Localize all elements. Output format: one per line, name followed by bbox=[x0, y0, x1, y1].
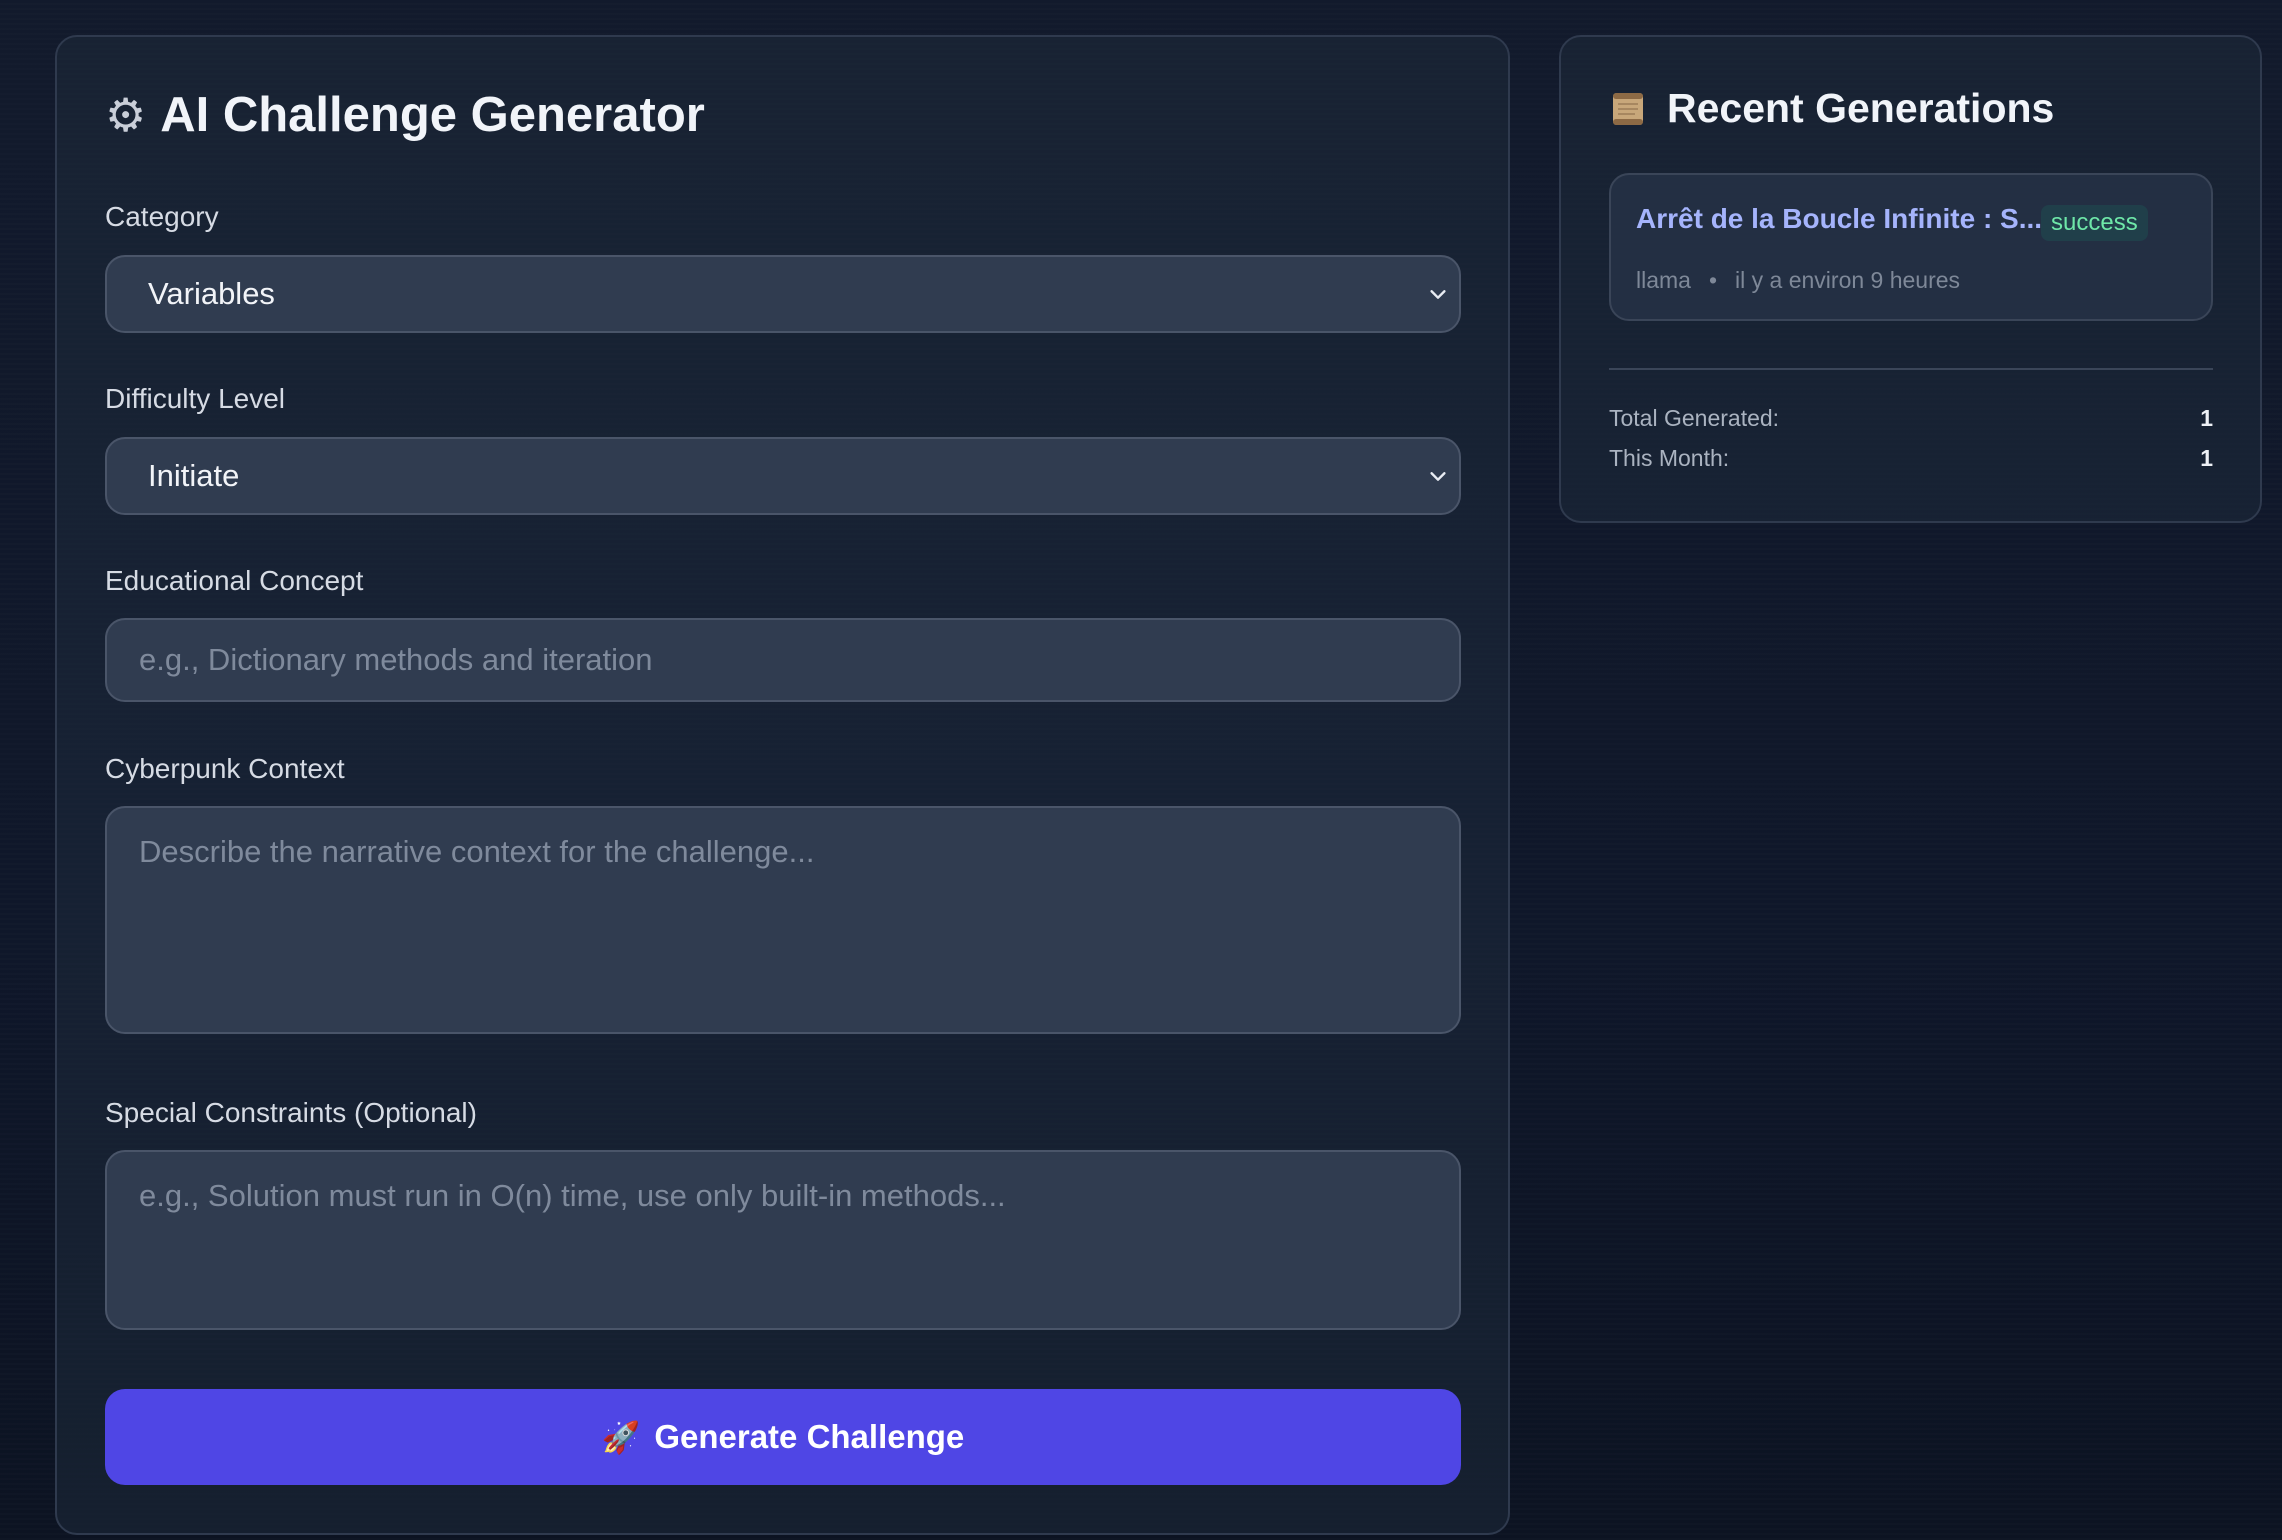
chevron-down-icon bbox=[1430, 472, 1446, 481]
context-textarea[interactable] bbox=[105, 806, 1461, 1034]
recent-title-text: Recent Generations bbox=[1667, 85, 2055, 131]
recent-generations-panel: Recent Generations Arrêt de la Boucle In… bbox=[1559, 35, 2262, 523]
category-select[interactable]: Variables bbox=[105, 255, 1461, 333]
generate-challenge-button[interactable]: 🚀 Generate Challenge bbox=[105, 1389, 1461, 1485]
generate-button-label: Generate Challenge bbox=[654, 1418, 965, 1455]
stats-divider bbox=[1609, 368, 2213, 370]
meta-separator: • bbox=[1708, 267, 1718, 293]
difficulty-label: Difficulty Level bbox=[105, 383, 286, 414]
recent-title: Recent Generations bbox=[1609, 85, 2054, 132]
rocket-icon: 🚀 bbox=[601, 1419, 641, 1455]
concept-label: Educational Concept bbox=[105, 565, 364, 596]
recent-generation-item[interactable]: Arrêt de la Boucle Infinite : S... succe… bbox=[1609, 173, 2213, 321]
status-badge: success bbox=[2041, 205, 2148, 241]
stat-month-label: This Month: bbox=[1609, 445, 1730, 471]
constraints-label: Special Constraints (Optional) bbox=[105, 1097, 477, 1128]
generation-time: il y a environ 9 heures bbox=[1735, 267, 1961, 293]
generator-title: ⚙ AI Challenge Generator bbox=[105, 87, 705, 143]
context-label: Cyberpunk Context bbox=[105, 753, 345, 784]
stat-total: Total Generated: 1 bbox=[1609, 405, 2213, 432]
category-label: Category bbox=[105, 201, 219, 232]
generator-title-text: AI Challenge Generator bbox=[160, 88, 705, 142]
stat-month-value: 1 bbox=[2200, 445, 2213, 471]
challenge-generator-panel: ⚙ AI Challenge Generator Category Variab… bbox=[55, 35, 1510, 1535]
stat-total-label: Total Generated: bbox=[1609, 405, 1780, 431]
category-selected-value: Variables bbox=[148, 276, 275, 311]
concept-input[interactable] bbox=[105, 618, 1461, 702]
generation-meta: llama • il y a environ 9 heures bbox=[1636, 267, 1960, 294]
scroll-icon bbox=[1613, 92, 1643, 125]
constraints-textarea[interactable] bbox=[105, 1150, 1461, 1330]
difficulty-select[interactable]: Initiate bbox=[105, 437, 1461, 515]
chevron-down-icon bbox=[1430, 290, 1446, 299]
stat-month: This Month: 1 bbox=[1609, 445, 2213, 472]
stat-total-value: 1 bbox=[2200, 405, 2213, 431]
generation-title: Arrêt de la Boucle Infinite : S... bbox=[1636, 203, 2043, 234]
generation-model: llama bbox=[1636, 267, 1691, 293]
difficulty-selected-value: Initiate bbox=[148, 458, 240, 493]
gear-icon: ⚙ bbox=[105, 89, 147, 141]
